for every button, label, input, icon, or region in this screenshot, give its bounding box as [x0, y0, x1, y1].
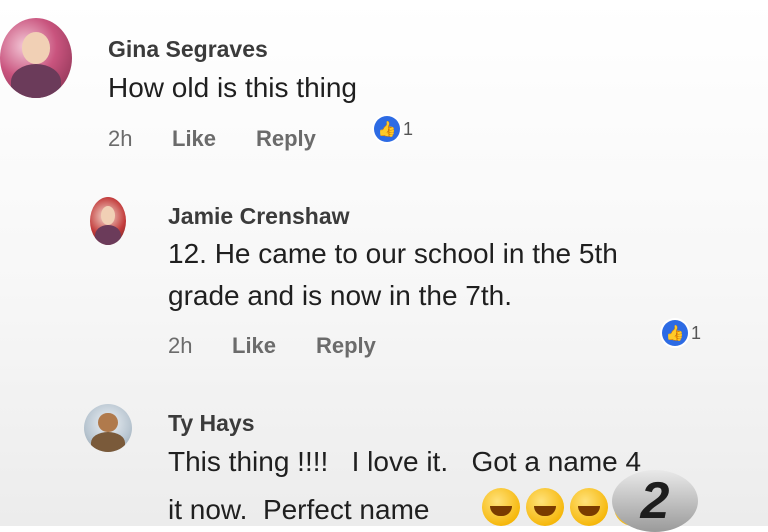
comment-text-line-1: 12. He came to our school in the 5th	[168, 238, 618, 269]
comment-time: 2h	[108, 126, 133, 151]
reply-button[interactable]: Reply	[256, 126, 316, 152]
thumbs-up-icon: 👍	[374, 116, 400, 142]
comment-time: 2h	[168, 333, 193, 358]
like-count-badge[interactable]: 👍 1	[662, 320, 701, 346]
comment-text-line-2: it now. Perfect name	[168, 494, 430, 525]
like-count: 1	[691, 322, 702, 343]
comment-text-line-1: This thing !!!! I love it. Got a name 4	[168, 446, 642, 477]
like-button[interactable]: Like	[232, 333, 276, 359]
avatar[interactable]	[0, 18, 72, 98]
commenter-name[interactable]: Gina Segraves	[108, 36, 268, 63]
reply-button[interactable]: Reply	[316, 333, 376, 359]
laughing-emoji-icon	[570, 488, 608, 526]
avatar[interactable]	[90, 197, 126, 245]
like-count: 1	[403, 118, 414, 139]
laughing-emoji-icon	[482, 488, 520, 526]
avatar[interactable]	[84, 404, 132, 452]
thumbs-up-icon: 👍	[662, 320, 688, 346]
channel-logo: 2	[612, 470, 698, 532]
like-count-badge[interactable]: 👍 1	[374, 116, 413, 142]
comment-text-line-2: grade and is now in the 7th.	[168, 280, 513, 311]
comment-text: How old is this thing	[108, 72, 358, 103]
like-button[interactable]: Like	[172, 126, 216, 152]
commenter-name[interactable]: Ty Hays	[168, 410, 255, 437]
commenter-name[interactable]: Jamie Crenshaw	[168, 203, 350, 230]
laughing-emoji-icon	[526, 488, 564, 526]
